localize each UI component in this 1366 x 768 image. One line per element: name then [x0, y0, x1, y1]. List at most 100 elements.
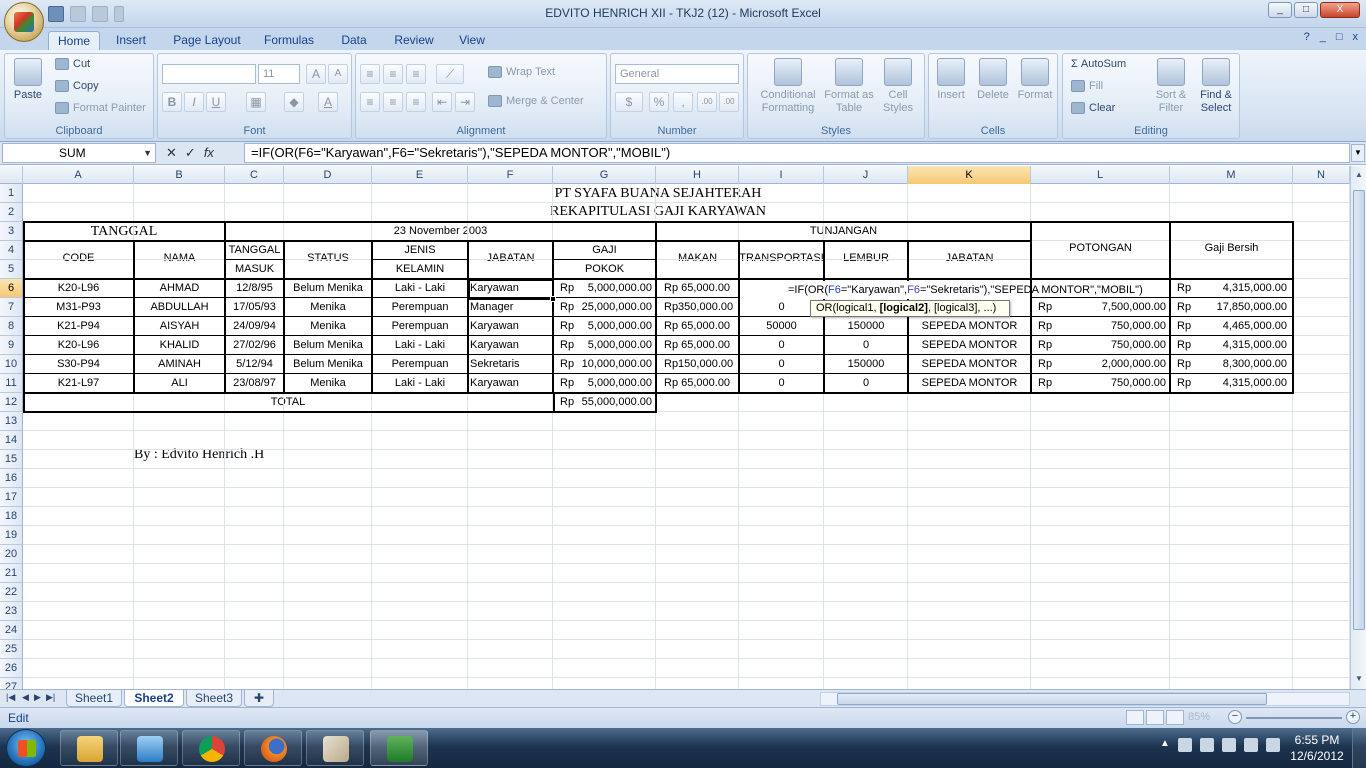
decrease-decimal-button[interactable]: .00: [719, 92, 739, 112]
align-right-button[interactable]: ≡: [406, 92, 426, 112]
action-center-icon[interactable]: [1177, 738, 1192, 752]
font-color-button[interactable]: A: [318, 92, 338, 112]
wrap-text-button[interactable]: Wrap Text: [488, 66, 555, 79]
row-header[interactable]: 23: [0, 602, 23, 621]
merge-center-button[interactable]: Merge & Center: [488, 95, 584, 108]
row-header[interactable]: 25: [0, 640, 23, 659]
currency-button[interactable]: $: [615, 92, 643, 112]
cell-jab2[interactable]: SEPEDA MONTOR: [908, 374, 1031, 393]
cell-tgl[interactable]: 23/08/97: [225, 374, 284, 393]
scroll-down-icon[interactable]: ▼: [1352, 672, 1366, 686]
orientation-button[interactable]: ⟋: [436, 64, 464, 84]
cell-lembur[interactable]: 150000: [824, 317, 908, 336]
autosum-button[interactable]: Σ AutoSum: [1071, 58, 1126, 70]
tab-formulas[interactable]: Formulas: [258, 31, 320, 50]
italic-button[interactable]: I: [184, 92, 204, 112]
row-header[interactable]: 27: [0, 678, 23, 689]
last-sheet-icon[interactable]: ▶|: [46, 692, 55, 703]
cell-jk[interactable]: Perempuan: [372, 317, 468, 336]
row-header[interactable]: 10: [0, 355, 23, 374]
row-header[interactable]: 15: [0, 450, 23, 469]
vertical-scroll-thumb[interactable]: [1353, 190, 1365, 630]
cell-jk[interactable]: Laki - Laki: [372, 336, 468, 355]
align-center-button[interactable]: ≡: [383, 92, 403, 112]
cell-tgl[interactable]: 5/12/94: [225, 355, 284, 374]
cell-nama[interactable]: KHALID: [134, 336, 225, 355]
cell-nama[interactable]: AMINAH: [134, 355, 225, 374]
column-header[interactable]: B: [134, 166, 225, 184]
network-icon[interactable]: [1221, 738, 1236, 752]
chevron-down-icon[interactable]: ▼: [143, 144, 152, 162]
grow-font-button[interactable]: A: [306, 64, 326, 84]
column-header[interactable]: N: [1293, 166, 1350, 184]
tab-page-layout[interactable]: Page Layout: [168, 31, 246, 50]
column-header[interactable]: J: [824, 166, 908, 184]
row-header[interactable]: 24: [0, 621, 23, 640]
row-header[interactable]: 4: [0, 241, 23, 260]
cell-styles-button[interactable]: Cell Styles: [876, 58, 920, 115]
decrease-indent-button[interactable]: ⇤: [432, 92, 452, 112]
copy-button[interactable]: Copy: [55, 80, 99, 93]
in-cell-editor[interactable]: =IF(OR(F6="Karyawan",F6="Sekretaris"),"S…: [740, 281, 1143, 299]
device-icon[interactable]: [1199, 738, 1214, 752]
cell-code[interactable]: K21-P94: [23, 317, 134, 336]
cell-jk[interactable]: Laki - Laki: [372, 279, 468, 298]
cell-tgl[interactable]: 12/8/95: [225, 279, 284, 298]
cell-jabatan[interactable]: Sekretaris: [470, 355, 553, 374]
column-header[interactable]: D: [284, 166, 372, 184]
tab-view[interactable]: View: [452, 31, 492, 50]
cell-lembur[interactable]: 0: [824, 374, 908, 393]
fill-button[interactable]: Fill: [1071, 80, 1103, 93]
sheet-tab-2[interactable]: Sheet2: [124, 690, 184, 707]
workbook-restore-icon[interactable]: □: [1336, 31, 1343, 43]
row-header[interactable]: 18: [0, 507, 23, 526]
cell-jabatan[interactable]: Karyawan: [470, 336, 553, 355]
page-break-view-icon[interactable]: [1166, 710, 1184, 725]
cell-jk[interactable]: Perempuan: [372, 355, 468, 374]
zoom-slider[interactable]: [1246, 717, 1342, 719]
workbook-close-icon[interactable]: x: [1353, 31, 1359, 43]
row-header[interactable]: 5: [0, 260, 23, 279]
cell-jk[interactable]: Perempuan: [372, 298, 468, 317]
row-header[interactable]: 16: [0, 469, 23, 488]
insert-cells-button[interactable]: Insert: [931, 58, 971, 102]
column-header[interactable]: E: [372, 166, 468, 184]
page-layout-view-icon[interactable]: [1146, 710, 1164, 725]
cell-nama[interactable]: ALI: [134, 374, 225, 393]
cell-makan[interactable]: Rp 65,000.00: [664, 374, 736, 393]
cancel-icon[interactable]: ✕: [166, 145, 177, 161]
cell-tgl[interactable]: 24/09/94: [225, 317, 284, 336]
taskbar-media-player[interactable]: [120, 730, 178, 766]
column-header[interactable]: F: [468, 166, 553, 184]
row-header[interactable]: 12: [0, 393, 23, 412]
minimize-button[interactable]: _: [1268, 2, 1292, 18]
cell-status[interactable]: Menika: [284, 298, 372, 317]
align-middle-button[interactable]: ≡: [383, 64, 403, 84]
cell-nama[interactable]: AHMAD: [134, 279, 225, 298]
row-header[interactable]: 8: [0, 317, 23, 336]
taskbar-firefox[interactable]: [244, 730, 302, 766]
volume-icon[interactable]: [1265, 738, 1280, 752]
cell-makan[interactable]: Rp150,000.00: [664, 355, 736, 374]
cell-transport[interactable]: 0: [739, 355, 824, 374]
row-header[interactable]: 26: [0, 659, 23, 678]
worksheet-grid[interactable]: ABCDEFGHIJKLMN PT SYAFA BUANA SEJAHTERAH…: [0, 166, 1350, 689]
office-button[interactable]: [4, 2, 44, 42]
delete-cells-button[interactable]: Delete: [973, 58, 1013, 102]
horizontal-scroll-thumb[interactable]: [837, 693, 1267, 705]
fill-color-button[interactable]: ◆: [284, 92, 304, 112]
close-button[interactable]: X: [1320, 2, 1360, 18]
tab-insert[interactable]: Insert: [108, 31, 154, 50]
row-header[interactable]: 2: [0, 203, 23, 222]
cell-code[interactable]: K20-L96: [23, 336, 134, 355]
cell-code[interactable]: K21-L97: [23, 374, 134, 393]
borders-button[interactable]: ▦: [246, 92, 266, 112]
horizontal-scrollbar[interactable]: [820, 692, 1350, 706]
column-header[interactable]: L: [1031, 166, 1170, 184]
maximize-button[interactable]: □: [1294, 2, 1318, 18]
cell-lembur[interactable]: 0: [824, 336, 908, 355]
tab-review[interactable]: Review: [388, 31, 440, 50]
row-header[interactable]: 22: [0, 583, 23, 602]
show-desktop-button[interactable]: [1352, 728, 1366, 768]
percent-button[interactable]: %: [649, 92, 669, 112]
